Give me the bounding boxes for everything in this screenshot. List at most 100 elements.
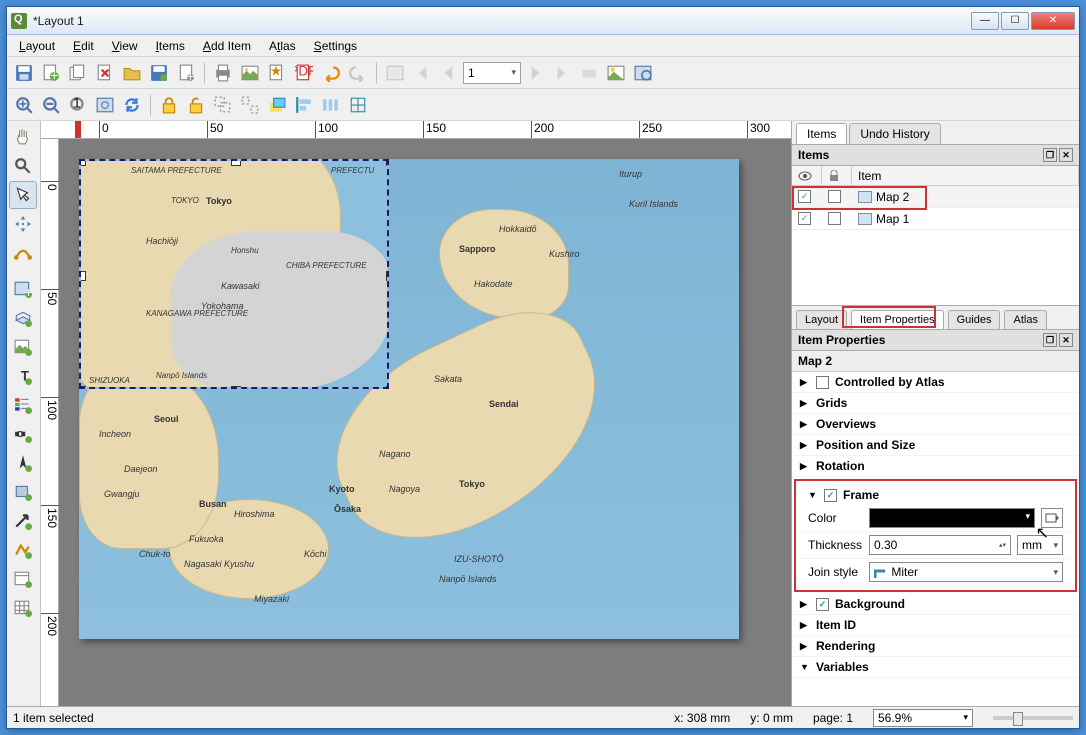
- zoom-combo[interactable]: 56.9%: [873, 709, 973, 727]
- atlas-next-icon[interactable]: [522, 60, 548, 86]
- data-defined-icon[interactable]: [1041, 508, 1063, 528]
- raise-icon[interactable]: [264, 92, 290, 118]
- distribute-icon[interactable]: [318, 92, 344, 118]
- joinstyle-combo[interactable]: Miter: [869, 562, 1063, 582]
- thickness-unit-combo[interactable]: mm: [1017, 535, 1063, 555]
- menu-layout[interactable]: Layout: [11, 37, 63, 55]
- close-panel-icon[interactable]: ✕: [1059, 333, 1073, 347]
- lock-icon[interactable]: [156, 92, 182, 118]
- add-map-icon[interactable]: +: [9, 275, 37, 303]
- lock-checkbox[interactable]: [828, 190, 841, 203]
- atlas-preview-icon[interactable]: [630, 60, 656, 86]
- new-layout-icon[interactable]: +: [38, 60, 64, 86]
- close-panel-icon[interactable]: ✕: [1059, 148, 1073, 162]
- section-overviews[interactable]: ▶Overviews: [792, 414, 1079, 435]
- delete-layout-icon[interactable]: [92, 60, 118, 86]
- tab-guides[interactable]: Guides: [948, 310, 1001, 329]
- add-arrow-icon[interactable]: [9, 507, 37, 535]
- add-legend-icon[interactable]: [9, 391, 37, 419]
- undo-icon[interactable]: [318, 60, 344, 86]
- atlas-prev-icon[interactable]: [436, 60, 462, 86]
- h-ruler[interactable]: 0 50 100 150 200 250 300: [41, 121, 791, 139]
- export-pdf-icon[interactable]: PDF: [291, 60, 317, 86]
- menu-add-item[interactable]: Add Item: [195, 37, 259, 55]
- add-page-icon[interactable]: +: [173, 60, 199, 86]
- tab-items[interactable]: Items: [796, 123, 847, 144]
- tab-atlas-props[interactable]: Atlas: [1004, 310, 1046, 329]
- atlas-first-icon[interactable]: [409, 60, 435, 86]
- section-frame[interactable]: ▼Frame: [800, 485, 1071, 505]
- v-ruler[interactable]: 0 50 100 150 200: [41, 139, 59, 706]
- section-rotation[interactable]: ▶Rotation: [792, 456, 1079, 477]
- atlas-print-icon[interactable]: [576, 60, 602, 86]
- group-icon[interactable]: [210, 92, 236, 118]
- menu-atlas[interactable]: Atlas: [261, 37, 304, 55]
- section-background[interactable]: ▶Background: [792, 594, 1079, 615]
- section-rendering[interactable]: ▶Rendering: [792, 636, 1079, 657]
- tab-undo-history[interactable]: Undo History: [849, 123, 940, 144]
- add-table-icon[interactable]: [9, 594, 37, 622]
- map-2[interactable]: SAITAMA PREFECTURE PREFECTU Tokyo TOKYO …: [79, 159, 389, 389]
- edit-nodes-icon[interactable]: [9, 239, 37, 267]
- titlebar[interactable]: *Layout 1 — ☐ ✕: [7, 7, 1079, 35]
- export-image-icon[interactable]: [237, 60, 263, 86]
- atlas-settings-icon[interactable]: [382, 60, 408, 86]
- menu-edit[interactable]: Edit: [65, 37, 102, 55]
- zoom-out-icon[interactable]: [38, 92, 64, 118]
- close-button[interactable]: ✕: [1031, 12, 1075, 30]
- tab-layout[interactable]: Layout: [796, 310, 847, 329]
- resize-icon[interactable]: [345, 92, 371, 118]
- open-icon[interactable]: [119, 60, 145, 86]
- tab-item-properties[interactable]: Item Properties: [851, 310, 944, 329]
- move-content-icon[interactable]: [9, 210, 37, 238]
- section-position-size[interactable]: ▶Position and Size: [792, 435, 1079, 456]
- unlock-icon[interactable]: [183, 92, 209, 118]
- layout-page[interactable]: Iturup Kuril Islands Hokkaidō Sapporo Ku…: [79, 159, 739, 639]
- ungroup-icon[interactable]: [237, 92, 263, 118]
- zoom-tool-icon[interactable]: [9, 152, 37, 180]
- zoom-full-icon[interactable]: [92, 92, 118, 118]
- frame-color-button[interactable]: [869, 508, 1035, 528]
- menu-settings[interactable]: Settings: [306, 37, 365, 55]
- add-picture-icon[interactable]: [9, 333, 37, 361]
- add-label-icon[interactable]: T: [9, 362, 37, 390]
- item-row-map2[interactable]: Map 2: [792, 186, 1079, 208]
- menu-view[interactable]: View: [104, 37, 146, 55]
- add-northarrow-icon[interactable]: [9, 449, 37, 477]
- undock-icon[interactable]: ❐: [1043, 333, 1057, 347]
- add-scalebar-icon[interactable]: [9, 420, 37, 448]
- save-template-icon[interactable]: [146, 60, 172, 86]
- select-tool-icon[interactable]: [9, 181, 37, 209]
- item-row-map1[interactable]: Map 1: [792, 208, 1079, 230]
- pan-tool-icon[interactable]: [9, 123, 37, 151]
- zoom-actual-icon[interactable]: 1: [65, 92, 91, 118]
- atlas-page-combo[interactable]: 1: [463, 62, 521, 84]
- add-shape-icon[interactable]: [9, 478, 37, 506]
- section-grids[interactable]: ▶Grids: [792, 393, 1079, 414]
- add-html-icon[interactable]: [9, 565, 37, 593]
- layout-canvas[interactable]: Iturup Kuril Islands Hokkaidō Sapporo Ku…: [59, 139, 791, 706]
- print-icon[interactable]: [210, 60, 236, 86]
- save-icon[interactable]: [11, 60, 37, 86]
- visible-checkbox[interactable]: [798, 190, 811, 203]
- add-3dmap-icon[interactable]: [9, 304, 37, 332]
- add-nodeitem-icon[interactable]: [9, 536, 37, 564]
- align-left-icon[interactable]: [291, 92, 317, 118]
- atlas-export-icon[interactable]: [603, 60, 629, 86]
- atlas-last-icon[interactable]: [549, 60, 575, 86]
- redo-icon[interactable]: [345, 60, 371, 86]
- zoom-in-icon[interactable]: [11, 92, 37, 118]
- lock-checkbox[interactable]: [828, 212, 841, 225]
- zoom-slider[interactable]: [993, 716, 1073, 720]
- maximize-button[interactable]: ☐: [1001, 12, 1029, 30]
- undock-icon[interactable]: ❐: [1043, 148, 1057, 162]
- export-svg-icon[interactable]: ★: [264, 60, 290, 86]
- visible-checkbox[interactable]: [798, 212, 811, 225]
- section-variables[interactable]: ▼Variables: [792, 657, 1079, 678]
- thickness-spinbox[interactable]: 0.30: [869, 535, 1011, 555]
- refresh-icon[interactable]: [119, 92, 145, 118]
- minimize-button[interactable]: —: [971, 12, 999, 30]
- section-item-id[interactable]: ▶Item ID: [792, 615, 1079, 636]
- section-controlled-by-atlas[interactable]: ▶Controlled by Atlas: [792, 372, 1079, 393]
- duplicate-layout-icon[interactable]: [65, 60, 91, 86]
